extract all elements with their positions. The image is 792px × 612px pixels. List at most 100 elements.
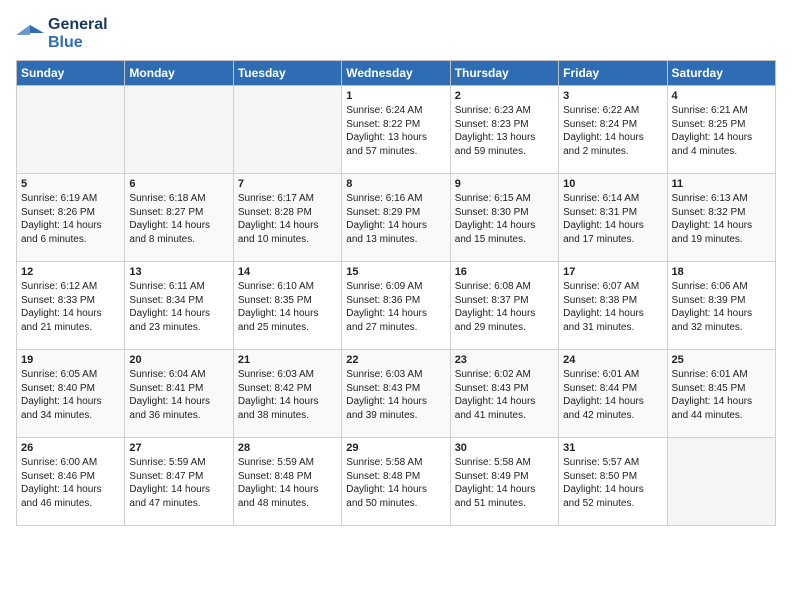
sunrise-text: Sunrise: 6:12 AM	[21, 280, 120, 294]
sunset-text: Sunset: 8:37 PM	[455, 294, 554, 308]
calendar-cell: 29Sunrise: 5:58 AMSunset: 8:48 PMDayligh…	[342, 438, 450, 526]
day-number: 5	[21, 178, 120, 190]
day-number: 21	[238, 354, 337, 366]
day-number: 30	[455, 442, 554, 454]
sunset-text: Sunset: 8:43 PM	[455, 382, 554, 396]
calendar-cell: 27 Sunrise: 5:59 AMSunset: 8:47 PMDayligh…	[125, 438, 233, 526]
header-cell-wednesday: Wednesday	[342, 61, 450, 86]
day-number: 27	[129, 442, 228, 454]
header-cell-tuesday: Tuesday	[233, 61, 341, 86]
week-row-1: 1Sunrise: 6:24 AMSunset: 8:22 PMDaylight…	[17, 86, 776, 174]
sunset-text: Sunset: 8:25 PM	[672, 118, 771, 132]
week-row-3: 12Sunrise: 6:12 AMSunset: 8:33 PMDayligh…	[17, 262, 776, 350]
week-row-2: 5Sunrise: 6:19 AMSunset: 8:26 PMDaylight…	[17, 174, 776, 262]
daylight-text: Daylight: 14 hours and 44 minutes.	[672, 395, 771, 422]
sunset-text: Sunset: 8:45 PM	[672, 382, 771, 396]
calendar-cell: 24Sunrise: 6:01 AMSunset: 8:44 PMDayligh…	[559, 350, 667, 438]
daylight-text: Daylight: 14 hours and 19 minutes.	[672, 219, 771, 246]
daylight-text: Daylight: 14 hours and 23 minutes.	[129, 307, 228, 334]
calendar-cell: 10Sunrise: 6:14 AMSunset: 8:31 PMDayligh…	[559, 174, 667, 262]
sunrise-text: Sunrise: 6:01 AM	[563, 368, 662, 382]
calendar-cell: 17Sunrise: 6:07 AMSunset: 8:38 PMDayligh…	[559, 262, 667, 350]
calendar-cell	[233, 86, 341, 174]
calendar-cell: 23Sunrise: 6:02 AMSunset: 8:43 PMDayligh…	[450, 350, 558, 438]
calendar-header-row: SundayMondayTuesdayWednesdayThursdayFrid…	[17, 61, 776, 86]
sunrise-text: Sunrise: 6:00 AM	[21, 456, 120, 470]
sunset-text: Sunset: 8:24 PM	[563, 118, 662, 132]
calendar-cell: 8Sunrise: 6:16 AMSunset: 8:29 PMDaylight…	[342, 174, 450, 262]
daylight-text: Daylight: 14 hours and 38 minutes.	[238, 395, 337, 422]
calendar-cell: 2Sunrise: 6:23 AMSunset: 8:23 PMDaylight…	[450, 86, 558, 174]
sunrise-text: Sunrise: 6:03 AM	[346, 368, 445, 382]
sunset-text: Sunset: 8:31 PM	[563, 206, 662, 220]
day-number: 11	[672, 178, 771, 190]
daylight-text: Daylight: 14 hours and 50 minutes.	[346, 483, 445, 510]
day-number: 31	[563, 442, 662, 454]
calendar-cell: 12Sunrise: 6:12 AMSunset: 8:33 PMDayligh…	[17, 262, 125, 350]
daylight-text: Daylight: 14 hours and 48 minutes.	[238, 483, 337, 510]
sunrise-text: Sunrise: 6:03 AM	[238, 368, 337, 382]
day-number: 23	[455, 354, 554, 366]
calendar-cell	[17, 86, 125, 174]
calendar-cell: 20Sunrise: 6:04 AMSunset: 8:41 PMDayligh…	[125, 350, 233, 438]
sunrise-text: Sunrise: 5:59 AM	[129, 456, 228, 470]
day-number: 16	[455, 266, 554, 278]
sunset-text: Sunset: 8:48 PM	[346, 470, 445, 484]
calendar-cell: 16Sunrise: 6:08 AMSunset: 8:37 PMDayligh…	[450, 262, 558, 350]
sunrise-text: Sunrise: 6:13 AM	[672, 192, 771, 206]
day-number: 22	[346, 354, 445, 366]
day-number: 1	[346, 90, 445, 102]
daylight-text: Daylight: 14 hours and 15 minutes.	[455, 219, 554, 246]
calendar-cell: 11 Sunrise: 6:13 AMSunset: 8:32 PMDayligh…	[667, 174, 775, 262]
sunrise-text: Sunrise: 6:15 AM	[455, 192, 554, 206]
daylight-text: Daylight: 14 hours and 31 minutes.	[563, 307, 662, 334]
sunrise-text: Sunrise: 6:22 AM	[563, 104, 662, 118]
sunrise-text: Sunrise: 6:21 AM	[672, 104, 771, 118]
sunset-text: Sunset: 8:32 PM	[672, 206, 771, 220]
daylight-text: Daylight: 14 hours and 36 minutes.	[129, 395, 228, 422]
sunrise-text: Sunrise: 5:59 AM	[238, 456, 337, 470]
sunrise-text: Sunrise: 6:10 AM	[238, 280, 337, 294]
calendar-table: SundayMondayTuesdayWednesdayThursdayFrid…	[16, 60, 776, 526]
calendar-cell: 18Sunrise: 6:06 AMSunset: 8:39 PMDayligh…	[667, 262, 775, 350]
sunset-text: Sunset: 8:41 PM	[129, 382, 228, 396]
day-number: 3	[563, 90, 662, 102]
day-number: 19	[21, 354, 120, 366]
calendar-cell: 6Sunrise: 6:18 AMSunset: 8:27 PMDaylight…	[125, 174, 233, 262]
calendar-cell: 14Sunrise: 6:10 AMSunset: 8:35 PMDayligh…	[233, 262, 341, 350]
sunrise-text: Sunrise: 6:23 AM	[455, 104, 554, 118]
sunrise-text: Sunrise: 6:16 AM	[346, 192, 445, 206]
week-row-4: 19Sunrise: 6:05 AMSunset: 8:40 PMDayligh…	[17, 350, 776, 438]
daylight-text: Daylight: 14 hours and 2 minutes.	[563, 131, 662, 158]
sunset-text: Sunset: 8:26 PM	[21, 206, 120, 220]
logo: General Blue	[16, 16, 108, 52]
daylight-text: Daylight: 14 hours and 47 minutes.	[129, 483, 228, 510]
daylight-text: Daylight: 14 hours and 52 minutes.	[563, 483, 662, 510]
daylight-text: Daylight: 14 hours and 34 minutes.	[21, 395, 120, 422]
sunrise-text: Sunrise: 6:04 AM	[129, 368, 228, 382]
day-number: 28	[238, 442, 337, 454]
day-number: 14	[238, 266, 337, 278]
sunset-text: Sunset: 8:30 PM	[455, 206, 554, 220]
day-number: 9	[455, 178, 554, 190]
daylight-text: Daylight: 13 hours and 59 minutes.	[455, 131, 554, 158]
calendar-cell: 13Sunrise: 6:11 AMSunset: 8:34 PMDayligh…	[125, 262, 233, 350]
sunset-text: Sunset: 8:23 PM	[455, 118, 554, 132]
calendar-cell: 9 Sunrise: 6:15 AMSunset: 8:30 PMDaylight…	[450, 174, 558, 262]
sunset-text: Sunset: 8:27 PM	[129, 206, 228, 220]
sunset-text: Sunset: 8:33 PM	[21, 294, 120, 308]
sunrise-text: Sunrise: 5:58 AM	[455, 456, 554, 470]
daylight-text: Daylight: 14 hours and 8 minutes.	[129, 219, 228, 246]
week-row-5: 26Sunrise: 6:00 AMSunset: 8:46 PMDayligh…	[17, 438, 776, 526]
sunset-text: Sunset: 8:48 PM	[238, 470, 337, 484]
day-number: 10	[563, 178, 662, 190]
sunset-text: Sunset: 8:38 PM	[563, 294, 662, 308]
sunset-text: Sunset: 8:47 PM	[129, 470, 228, 484]
sunset-text: Sunset: 8:28 PM	[238, 206, 337, 220]
calendar-cell: 19Sunrise: 6:05 AMSunset: 8:40 PMDayligh…	[17, 350, 125, 438]
sunset-text: Sunset: 8:40 PM	[21, 382, 120, 396]
sunrise-text: Sunrise: 6:06 AM	[672, 280, 771, 294]
sunset-text: Sunset: 8:46 PM	[21, 470, 120, 484]
calendar-cell: 5Sunrise: 6:19 AMSunset: 8:26 PMDaylight…	[17, 174, 125, 262]
day-number: 18	[672, 266, 771, 278]
